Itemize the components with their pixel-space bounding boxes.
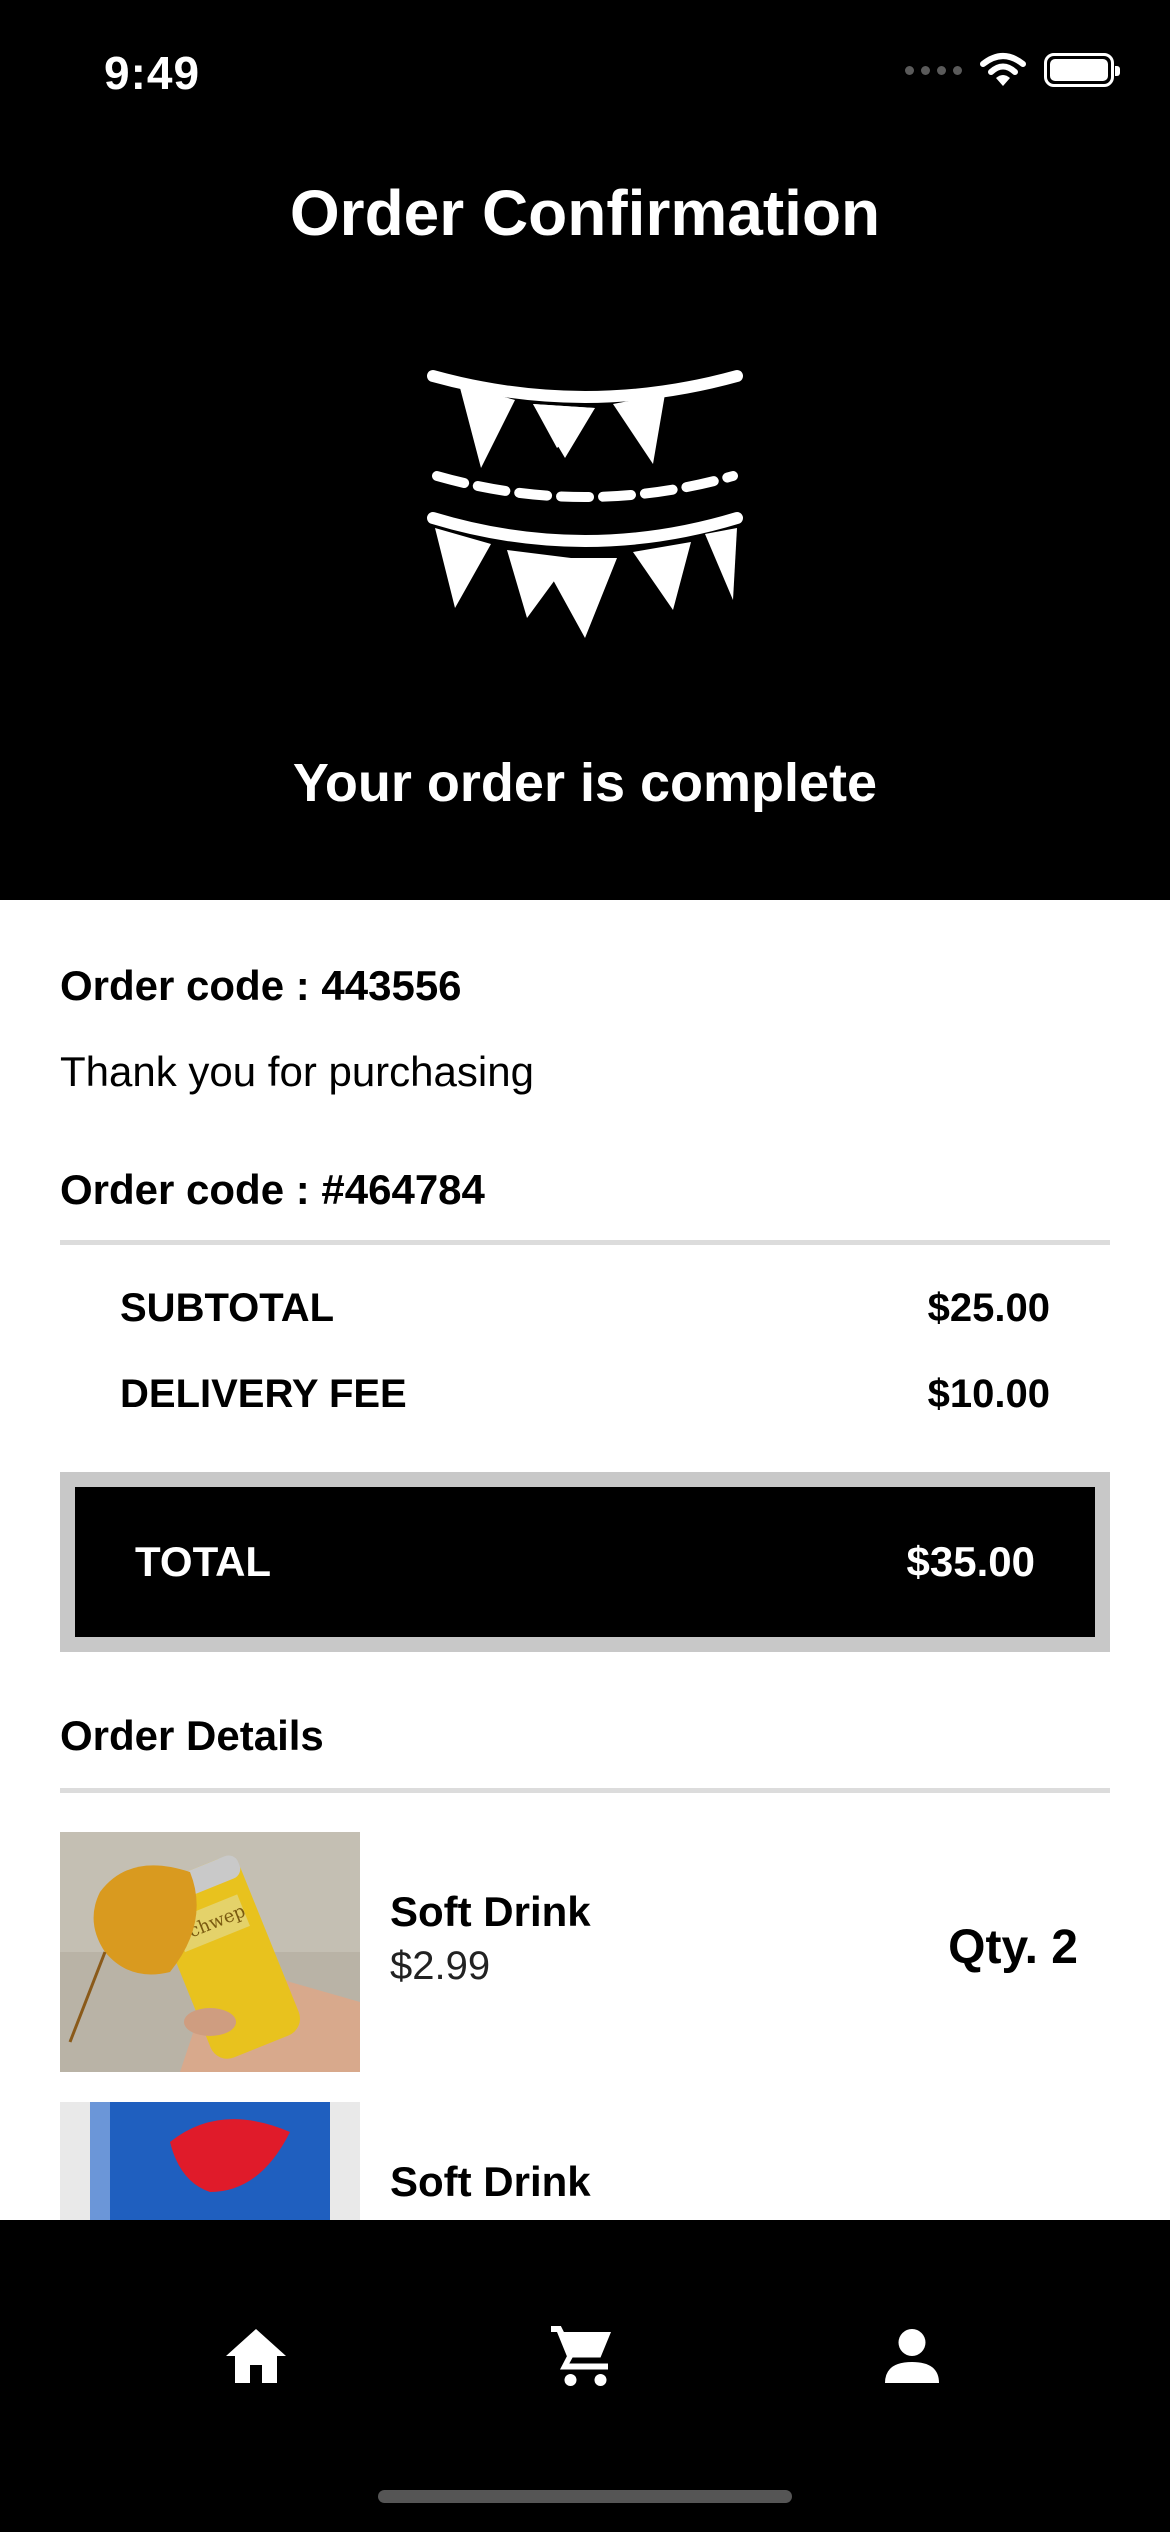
status-time: 9:49 bbox=[104, 47, 201, 99]
order-item[interactable]: Schwep Soft Drink $2.99 Qty. 2 bbox=[60, 1832, 1110, 2072]
order-details-heading: Order Details bbox=[60, 1712, 324, 1759]
yellow-tonic-can-photo: Schwep bbox=[60, 1832, 360, 2072]
wifi-icon bbox=[980, 53, 1026, 86]
item-quantity: Qty. 2 bbox=[948, 1921, 1078, 1974]
delivery-fee-label: DELIVERY FEE bbox=[120, 1372, 407, 1416]
cellular-signal-icon bbox=[905, 65, 962, 75]
item-price: $2.99 bbox=[390, 1944, 491, 1988]
divider bbox=[60, 1788, 1110, 1793]
profile-icon[interactable] bbox=[876, 2320, 948, 2392]
delivery-fee-value: $10.00 bbox=[927, 1372, 1050, 1416]
page-title: Order Confirmation bbox=[289, 177, 881, 249]
thank-you-text: Thank you for purchasing bbox=[60, 1048, 534, 1095]
status-icons bbox=[905, 52, 1120, 88]
order-item[interactable]: Soft Drink Qty. 2 bbox=[60, 2102, 1110, 2220]
item-name: Soft Drink bbox=[390, 1888, 591, 1935]
blue-soda-can-photo bbox=[60, 2102, 360, 2220]
total-label: TOTAL bbox=[135, 1538, 272, 1585]
confirmation-header: 9:49 Order Confirmation Your order is co… bbox=[0, 0, 1170, 900]
bottom-tab-bar bbox=[0, 2220, 1170, 2532]
order-complete-message: Your order is complete bbox=[292, 753, 878, 813]
home-icon[interactable] bbox=[220, 2320, 292, 2392]
total-value: $35.00 bbox=[906, 1538, 1035, 1585]
divider bbox=[60, 1240, 1110, 1245]
total-box: TOTAL $35.00 bbox=[60, 1472, 1110, 1652]
order-content[interactable]: Order code : 443556 Thank you for purcha… bbox=[0, 900, 1170, 2220]
order-code-secondary: Order code : #464784 bbox=[60, 1166, 485, 1213]
subtotal-value: $25.00 bbox=[927, 1286, 1050, 1330]
home-indicator[interactable] bbox=[378, 2490, 792, 2503]
subtotal-row: SUBTOTAL $25.00 bbox=[120, 1286, 1050, 1331]
celebration-bunting-icon bbox=[427, 370, 743, 638]
cart-icon[interactable] bbox=[548, 2320, 620, 2392]
battery-icon bbox=[1044, 53, 1120, 87]
subtotal-label: SUBTOTAL bbox=[120, 1286, 335, 1330]
item-name: Soft Drink bbox=[390, 2158, 591, 2205]
item-quantity: Qty. 2 bbox=[948, 2212, 1078, 2220]
delivery-fee-row: DELIVERY FEE $10.00 bbox=[120, 1372, 1050, 1417]
order-code-primary: Order code : 443556 bbox=[60, 962, 462, 1009]
